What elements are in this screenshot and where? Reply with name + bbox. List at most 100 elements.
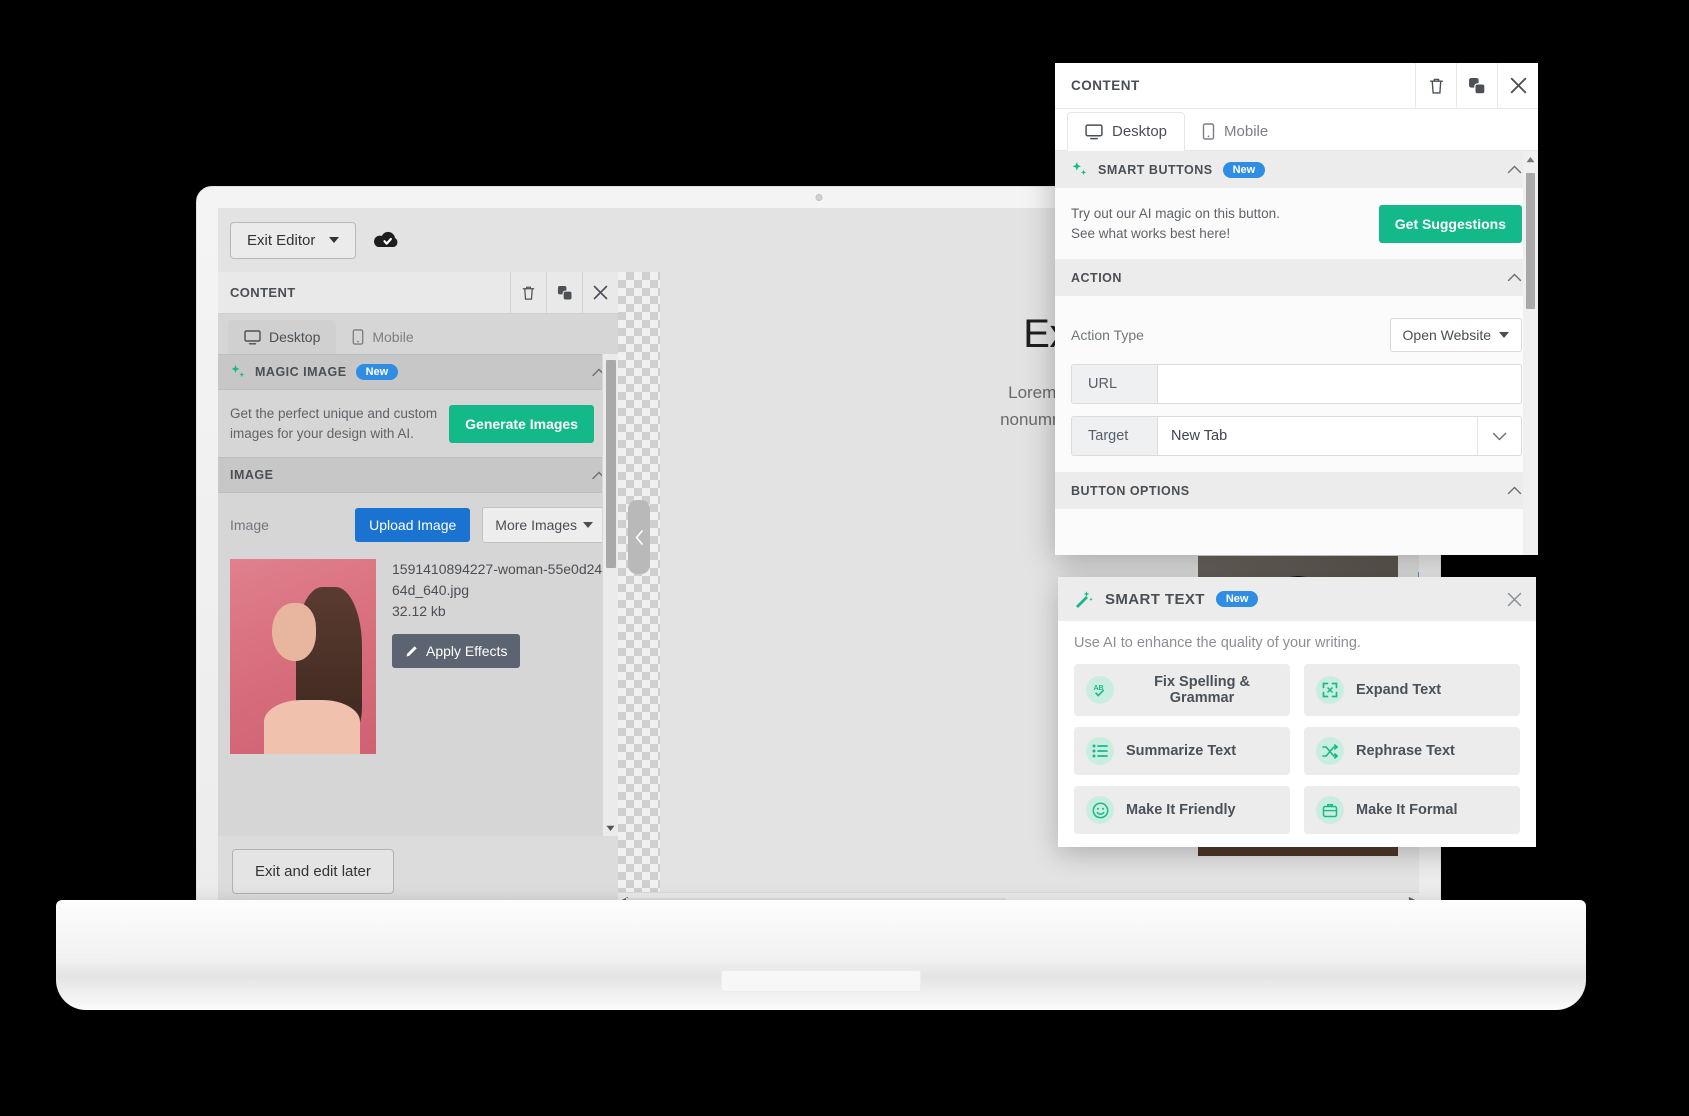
smart-text-actions: AB Fix Spelling & Grammar Expand Text Su… [1074,664,1520,834]
smart-buttons-hint-line2: See what works best here! [1071,225,1231,241]
more-images-label: More Images [495,517,577,534]
chevron-up-icon[interactable] [1507,165,1522,174]
magic-image-new-badge: New [355,364,399,380]
content-popup-title: CONTENT [1071,78,1140,93]
expand-icon [1316,676,1344,704]
scroll-down-arrow-icon[interactable] [603,820,618,836]
magic-image-title: MAGIC IMAGE [255,365,347,379]
action-type-value: Open Website [1402,327,1491,344]
smart-text-subtitle: Use AI to enhance the quality of your wr… [1074,635,1361,651]
target-input-group: Target New Tab [1071,416,1522,457]
left-panel-title: CONTENT [230,285,296,300]
section-header-magic-image[interactable]: MAGIC IMAGE New [218,354,618,390]
get-suggestions-button[interactable]: Get Suggestions [1378,204,1522,243]
left-panel-footer: Exit and edit later [218,836,618,906]
image-section-title: IMAGE [230,468,274,483]
smart-text-title: SMART TEXT [1105,590,1205,608]
make-it-friendly-label: Make It Friendly [1126,802,1236,818]
transparency-checker [618,272,660,892]
action-type-select[interactable]: Open Website [1389,318,1522,353]
more-images-button[interactable]: More Images [482,507,606,544]
apply-effects-label: Apply Effects [426,643,508,660]
tab-desktop[interactable]: Desktop [228,320,337,354]
smart-text-popup: SMART TEXT New Use AI to enhance the qua… [1058,577,1536,847]
image-thumbnail[interactable] [230,559,376,755]
scrollbar-thumb[interactable] [606,360,616,568]
section-header-smart-buttons[interactable]: SMART BUTTONS New [1055,151,1538,188]
exit-and-edit-later-button[interactable]: Exit and edit later [232,848,394,894]
left-panel-header: CONTENT [218,272,618,314]
scrollbar-thumb[interactable] [1526,173,1535,309]
tab-desktop-label: Desktop [1112,123,1168,140]
duplicate-icon[interactable] [1456,63,1497,108]
action-section-title: ACTION [1071,270,1122,285]
chevron-left-icon [635,529,643,545]
fix-spelling-grammar-button[interactable]: AB Fix Spelling & Grammar [1074,664,1290,716]
scroll-up-arrow-icon[interactable] [1523,151,1538,167]
smart-buttons-hint: Try out our AI magic on this button. See… [1071,204,1280,243]
chevron-down-icon [1499,332,1509,339]
close-icon[interactable] [1507,592,1522,607]
section-header-image[interactable]: IMAGE [218,457,618,494]
smart-buttons-title: SMART BUTTONS [1098,162,1213,177]
sparkle-icon [231,365,245,378]
generate-images-button[interactable]: Generate Images [449,404,594,443]
close-icon[interactable] [1497,63,1538,108]
smart-text-header: SMART TEXT New [1058,577,1536,621]
rephrase-text-label: Rephrase Text [1356,743,1455,759]
tab-mobile[interactable]: Mobile [336,320,429,354]
spellcheck-icon: AB [1086,676,1114,704]
content-popup: CONTENT Desktop Mobile SMART BUTTONS New… [1055,63,1538,555]
summarize-text-button[interactable]: Summarize Text [1074,727,1290,775]
rephrase-text-button[interactable]: Rephrase Text [1304,727,1520,775]
chevron-up-icon[interactable] [1507,486,1522,495]
action-section-body: Action Type Open Website URL Target New … [1055,296,1538,473]
make-it-friendly-button[interactable]: Make It Friendly [1074,786,1290,834]
left-panel-scrollbar[interactable] [602,354,618,836]
left-panel-scroll-area: MAGIC IMAGE New Get the perfect unique a… [218,354,618,836]
list-icon [1086,737,1114,765]
smart-text-new-badge: New [1215,591,1259,607]
webcam-icon [815,194,822,201]
smart-text-body: Use AI to enhance the quality of your wr… [1058,621,1536,850]
expand-text-button[interactable]: Expand Text [1304,664,1520,716]
expand-text-label: Expand Text [1356,682,1442,698]
chevron-up-icon[interactable] [1507,273,1522,282]
briefcase-icon [1316,796,1344,824]
upload-image-button[interactable]: Upload Image [355,508,471,543]
image-file-name: 1591410894227-woman-55e0d2464d_640.jpg [392,561,603,599]
left-panel-tabs: Desktop Mobile [218,314,618,354]
image-section-body: Image Upload Image More Images 159141089… [218,493,618,768]
chevron-down-icon [583,522,593,529]
content-popup-actions [1415,63,1538,108]
shuffle-icon [1316,737,1344,765]
delete-icon[interactable] [510,272,546,313]
url-input[interactable] [1158,365,1521,404]
tab-desktop[interactable]: Desktop [1067,112,1186,151]
content-popup-scrollbar[interactable] [1523,151,1538,555]
target-label: Target [1072,417,1158,456]
image-preview-row: 1591410894227-woman-55e0d2464d_640.jpg 3… [230,559,606,755]
screenshot-stage: Exit Editor CONTENT Desktop Mobile MAGIC… [0,0,1689,1116]
section-header-action[interactable]: ACTION [1055,259,1538,297]
cloud-save-icon[interactable] [372,229,402,251]
exit-editor-button[interactable]: Exit Editor [230,221,357,259]
tab-mobile[interactable]: Mobile [1185,113,1285,150]
target-value[interactable]: New Tab [1158,417,1477,456]
make-it-formal-button[interactable]: Make It Formal [1304,786,1520,834]
laptop-base [56,900,1586,1010]
make-it-formal-label: Make It Formal [1356,802,1458,818]
duplicate-icon[interactable] [546,272,582,313]
smiley-icon [1086,796,1114,824]
delete-icon[interactable] [1415,63,1456,108]
apply-effects-button[interactable]: Apply Effects [392,634,521,669]
action-type-label: Action Type [1071,327,1144,344]
section-header-button-options[interactable]: BUTTON OPTIONS [1055,472,1538,510]
collapse-panel-handle[interactable] [628,500,650,574]
close-icon[interactable] [582,272,618,313]
laptop-keyboard [116,916,1526,962]
content-popup-tabs: Desktop Mobile [1055,109,1538,151]
left-panel-actions [510,272,618,313]
content-popup-body: SMART BUTTONS New Try out our AI magic o… [1055,151,1538,555]
chevron-down-icon[interactable] [1477,417,1521,456]
